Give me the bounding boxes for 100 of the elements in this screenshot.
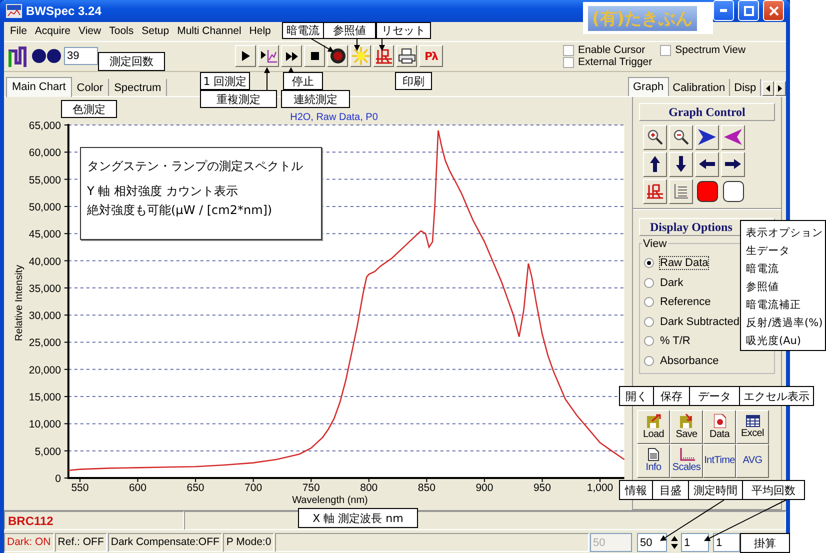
scan-count-field[interactable]: 39 [64,47,98,66]
sun-icon [352,47,370,66]
callout-label: 重複測定 [200,90,277,108]
checkbox[interactable] [563,56,574,68]
minimize-button[interactable] [713,0,734,22]
left-triangle-icon [766,84,770,92]
callout-label: X 軸 測定波長 nm [298,508,418,528]
menu-item[interactable]: Setup [138,25,174,38]
scales-button[interactable]: Scales [670,444,703,478]
excel-button[interactable]: Excel [736,410,769,444]
axis-tick-label: 800 [360,482,378,494]
table-icon [746,414,760,427]
tab[interactable]: Spectrum [109,78,168,96]
axis-tick-label: 1,000 [586,482,614,494]
window-title: BWSpec 3.24 [26,4,102,18]
text-button[interactable]: AVG [736,444,769,478]
callout-label: エクセル表示 [739,386,814,406]
wavelength-button[interactable]: Pλ [419,45,443,68]
axis-tick-label: 60,000 [28,146,61,159]
reference-button[interactable] [350,45,371,68]
dark-button[interactable] [327,45,348,68]
radio-button[interactable] [644,336,654,346]
radio-button[interactable] [644,356,654,366]
callout-label: 印刷 [395,72,432,90]
right-arrow-icon [725,159,741,170]
minimize-icon [720,9,727,12]
right-button[interactable] [721,152,745,177]
reset-button[interactable] [373,45,394,68]
tab[interactable]: Disp [730,78,762,96]
play-icon [242,51,250,62]
menu-item[interactable]: View [74,25,106,38]
radio-button[interactable] [644,297,654,308]
load-button[interactable]: Load [637,410,670,444]
stop-button[interactable] [304,45,325,68]
menu-item[interactable]: Multi Channel [173,25,246,38]
axis-tick-label: 900 [476,482,494,494]
play-chart-icon [260,49,276,64]
save-button[interactable]: Save [670,410,703,444]
left-arrow-icon [699,159,715,170]
scroll-right-button[interactable] [774,80,786,96]
zoom-out-button[interactable] [669,124,693,150]
continuous-button[interactable] [281,45,302,68]
menu-item[interactable]: File [6,25,31,38]
callout-label: 連続測定 [281,90,350,108]
zoom-in-button[interactable] [643,124,667,150]
close-button[interactable] [763,0,784,22]
number-field[interactable]: 50 [637,533,667,552]
annotation-title: タングステン・ランプの測定スペクトル [87,158,303,174]
group-label: View [642,238,668,250]
down-button[interactable] [669,152,693,177]
axis-tick-label: 30,000 [28,310,61,322]
checkbox[interactable] [660,44,672,56]
close-icon [768,6,778,16]
radio-label: % T/R [660,335,690,348]
axis-tick-label: 65,000 [28,120,61,132]
shrink-button[interactable] [721,124,745,150]
grid-button[interactable] [669,178,693,204]
callout-label: 測定回数 [98,52,165,71]
maximize-icon [744,6,754,16]
data-button[interactable]: Data [703,410,736,444]
menu-item[interactable]: Tools [105,25,138,38]
up-button[interactable] [643,152,667,177]
radio-label: Absorbance [660,354,719,367]
single-button[interactable] [235,45,256,68]
right-triangle-icon [778,84,782,92]
radio-button[interactable] [644,316,654,327]
menu-item[interactable]: Help [245,25,275,38]
legend-text: 暗電流 [746,262,780,277]
checkbox-label: Enable Cursor [578,44,646,56]
radio-button[interactable] [644,278,654,288]
left-button[interactable] [695,152,719,177]
tab[interactable]: Color [72,78,110,96]
fast-forward-icon [286,52,298,61]
maximize-button[interactable] [738,0,759,22]
axis-tick-label: 850 [418,482,436,494]
number-field[interactable]: 1 [713,533,740,552]
callout-label: 停止 [283,72,323,90]
printer-icon [398,48,416,64]
print-button[interactable] [396,45,417,68]
group-title: Graph Control [639,102,775,121]
axis-tick-label: 650 [186,482,204,494]
axis-tick-label: 50,000 [28,201,61,214]
info-button[interactable]: Info [637,444,670,478]
tab[interactable]: Main Chart [6,76,72,97]
checkbox[interactable] [563,44,574,56]
spinner-icon[interactable] [670,534,679,552]
overlay-button[interactable] [258,45,279,68]
axis-tick-label: 10,000 [28,418,61,430]
scroll-left-button[interactable] [762,80,774,96]
chart-title: H2O, Raw Data, P0 [290,112,378,123]
tab[interactable]: Calibration [668,78,730,96]
text-button[interactable]: IntTime [703,444,736,478]
number-field[interactable]: 1 [681,533,709,552]
callout-label: 情報 [619,480,653,500]
logo-text: (有)たきぶん [588,6,697,30]
stretch-button[interactable] [695,124,719,150]
radio-button[interactable] [644,258,654,268]
menu-item[interactable]: Acquire [30,25,75,38]
stop-icon [310,52,318,60]
tab[interactable]: Graph [628,76,669,96]
